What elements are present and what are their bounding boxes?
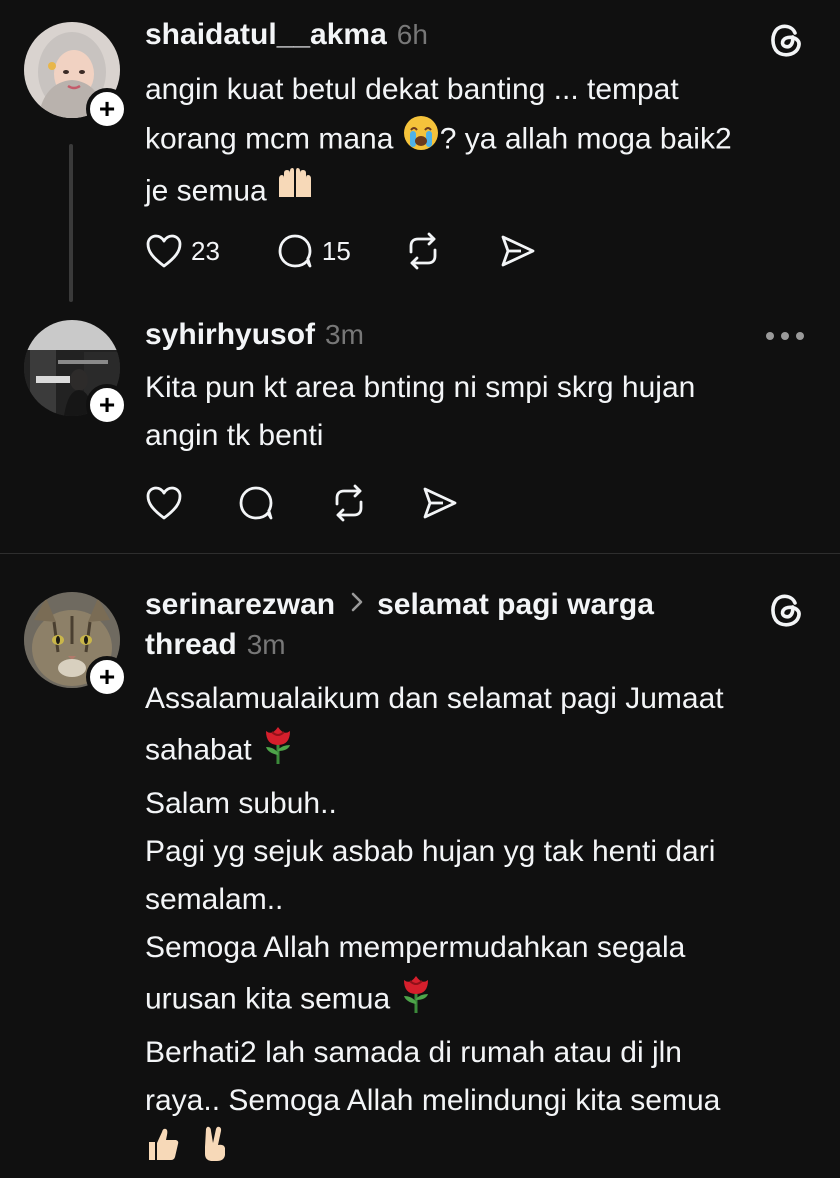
threads-logo-icon[interactable]	[768, 590, 804, 633]
rose-emoji-icon	[260, 723, 296, 780]
post-text-line: korang mcm mana	[145, 122, 394, 156]
repost-icon	[409, 232, 437, 270]
raised-hands-emoji-icon	[275, 167, 315, 218]
chevron-right-icon	[351, 592, 363, 617]
share-button[interactable]	[421, 485, 459, 521]
share-icon	[501, 235, 535, 267]
repost-icon	[335, 484, 363, 522]
username[interactable]: shaidatul__akma	[145, 18, 387, 52]
username[interactable]: syhirhyusof	[145, 318, 315, 352]
thread-line	[69, 144, 73, 302]
post-actions: 23 15	[145, 232, 537, 270]
follow-plus-icon[interactable]: +	[86, 88, 128, 130]
post-text-line: raya.. Semoga Allah melindungi kita semu…	[145, 1084, 721, 1117]
post-text-line: sahabat	[145, 733, 252, 767]
post-text: Assalamualaikum dan selamat pagi Jumaat …	[145, 675, 825, 1178]
more-icon[interactable]	[766, 332, 804, 340]
topic-tag[interactable]: thread	[145, 628, 237, 662]
heart-icon	[146, 234, 182, 268]
rose-emoji-icon	[398, 972, 434, 1029]
post-text-line: angin tk benti	[145, 419, 324, 452]
username[interactable]: serinarezwan	[145, 588, 335, 622]
post-text-line: Salam subuh..	[145, 787, 337, 820]
post-header: serinarezwan selamat pagi warga	[145, 588, 745, 622]
heart-icon	[146, 486, 182, 520]
divider	[0, 553, 840, 554]
post-text-line: je semua	[145, 174, 267, 208]
post-header: syhirhyusof 3m	[145, 318, 364, 352]
post-text-line: Semoga Allah mempermudahkan segala	[145, 931, 686, 964]
post-text-line: semalam..	[145, 883, 284, 916]
post-text-line: ? ya allah moga baik2	[439, 122, 732, 156]
share-button[interactable]	[499, 233, 537, 269]
share-icon	[423, 487, 457, 519]
reply-count: 15	[321, 235, 351, 266]
topic-tag[interactable]: selamat pagi warga	[377, 588, 654, 622]
post-text-line: angin kuat betul dekat banting ... tempa…	[145, 73, 679, 106]
threads-logo-icon[interactable]	[768, 20, 804, 63]
timestamp: 6h	[396, 19, 428, 50]
timestamp: 3m	[325, 319, 364, 350]
timestamp: 3m	[246, 629, 286, 660]
post-text-line: Assalamualaikum dan selamat pagi Jumaat	[145, 682, 724, 715]
post-header-cont: thread 3m	[145, 628, 286, 662]
comment-icon	[278, 234, 312, 268]
crying-face-emoji-icon	[402, 114, 440, 167]
thumbs-up-emoji-icon	[145, 1126, 181, 1177]
reply-button[interactable]	[237, 484, 275, 522]
like-button[interactable]	[145, 485, 183, 521]
follow-plus-icon[interactable]: +	[86, 656, 128, 698]
comment-icon	[239, 486, 273, 520]
follow-plus-icon[interactable]: +	[86, 384, 128, 426]
post-text: angin kuat betul dekat banting ... tempa…	[145, 66, 732, 218]
post-text-line: Pagi yg sejuk asbab hujan yg tak henti d…	[145, 835, 716, 868]
post-text-line: Kita pun kt area bnting ni smpi skrg huj…	[145, 371, 696, 404]
like-count: 23	[191, 235, 220, 266]
post-text-line: urusan kita semua	[145, 982, 391, 1016]
reply-button[interactable]: 15	[276, 232, 351, 270]
post-text-line: Berhati2 lah samada di rumah atau di jln	[145, 1036, 682, 1069]
post-actions	[145, 484, 459, 522]
post-header: shaidatul__akma 6h	[145, 18, 428, 52]
like-button[interactable]: 23	[145, 233, 220, 269]
post-text: Kita pun kt area bnting ni smpi skrg huj…	[145, 364, 695, 460]
repost-button[interactable]	[403, 232, 443, 270]
victory-hand-emoji-icon	[199, 1125, 231, 1178]
repost-button[interactable]	[329, 484, 369, 522]
